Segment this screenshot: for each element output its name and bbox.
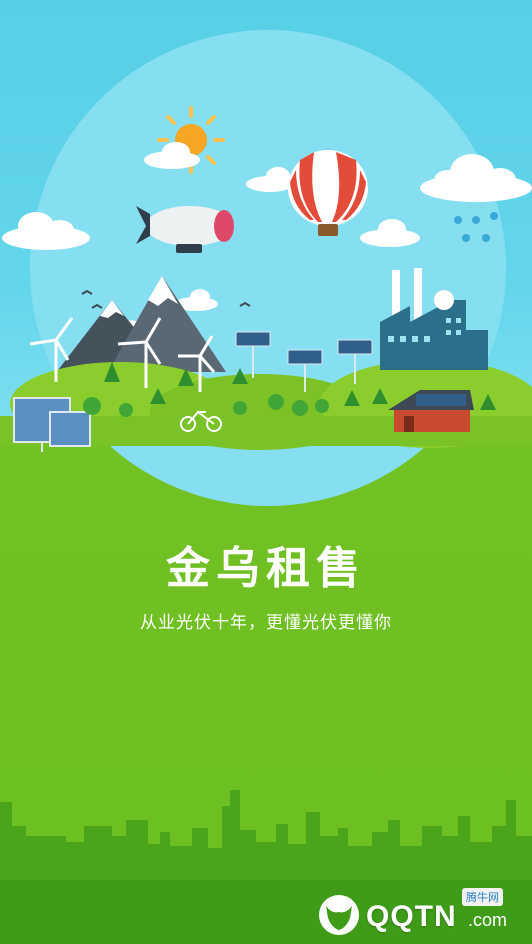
splash-screen: 金乌租售 从业光伏十年，更懂光伏更懂你 QQTN 腾牛网 .com <box>0 0 532 944</box>
watermark-domain: .com <box>468 910 508 930</box>
app-title: 金乌租售 <box>166 543 366 594</box>
app-tagline: 从业光伏十年，更懂光伏更懂你 <box>140 613 392 633</box>
watermark: QQTN 腾牛网 .com <box>316 888 526 940</box>
watermark-badge: 腾牛网 <box>462 888 503 906</box>
watermark-brand: QQTN <box>366 900 457 933</box>
illustration <box>0 30 532 944</box>
ox-head-logo-icon <box>319 895 359 935</box>
